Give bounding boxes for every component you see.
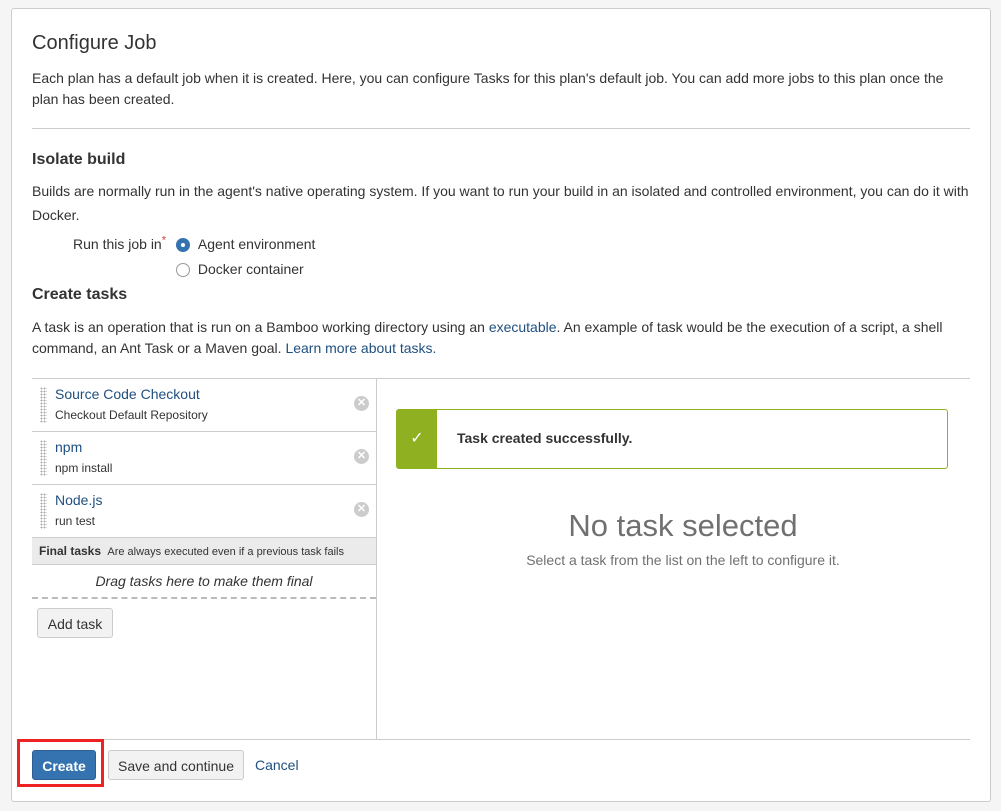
add-task-button[interactable]: Add task bbox=[37, 608, 113, 638]
task-name[interactable]: npm bbox=[55, 439, 82, 455]
task-item[interactable]: npm npm install ✕ bbox=[32, 432, 376, 485]
final-tasks-drop-zone[interactable]: Drag tasks here to make them final bbox=[32, 565, 376, 599]
drag-handle-icon[interactable] bbox=[40, 387, 47, 423]
divider bbox=[32, 128, 970, 129]
task-item[interactable]: Node.js run test ✕ bbox=[32, 485, 376, 538]
run-job-label-text: Run this job in bbox=[73, 236, 162, 252]
learn-more-tasks-link[interactable]: Learn more about tasks. bbox=[285, 340, 436, 356]
task-list: Source Code Checkout Checkout Default Re… bbox=[32, 379, 376, 599]
radio-agent-label: Agent environment bbox=[197, 236, 316, 252]
save-and-continue-button[interactable]: Save and continue bbox=[108, 750, 244, 780]
radio-unselected-icon[interactable] bbox=[176, 263, 190, 278]
success-message: ✓ Task created successfully. bbox=[396, 409, 948, 469]
highlight-box bbox=[17, 739, 104, 787]
task-area-divider bbox=[376, 379, 377, 739]
empty-state-subtitle: Select a task from the list on the left … bbox=[526, 552, 840, 568]
create-tasks-desc-1: A task is an operation that is run on a … bbox=[32, 319, 489, 335]
radio-selected-icon[interactable] bbox=[176, 238, 190, 253]
isolate-build-description: Builds are normally run in the agent's n… bbox=[32, 183, 969, 223]
remove-task-icon[interactable]: ✕ bbox=[354, 449, 369, 464]
task-description: run test bbox=[55, 514, 96, 528]
required-marker: * bbox=[161, 234, 166, 247]
task-item[interactable]: Source Code Checkout Checkout Default Re… bbox=[32, 379, 376, 432]
drag-handle-icon[interactable] bbox=[40, 493, 47, 529]
create-tasks-heading: Create tasks bbox=[32, 286, 128, 303]
remove-task-icon[interactable]: ✕ bbox=[354, 502, 369, 517]
page-title: Configure Job bbox=[32, 32, 157, 54]
isolate-build-heading: Isolate build bbox=[32, 151, 126, 168]
drag-handle-icon[interactable] bbox=[40, 440, 47, 476]
check-icon: ✓ bbox=[397, 410, 437, 468]
create-tasks-description: A task is an operation that is run on a … bbox=[32, 317, 967, 359]
task-description: npm install bbox=[55, 461, 113, 475]
success-message-text: Task created successfully. bbox=[457, 430, 633, 446]
task-name[interactable]: Node.js bbox=[55, 492, 102, 508]
final-tasks-header: Final tasks Are always executed even if … bbox=[32, 538, 376, 565]
empty-state-title: No task selected bbox=[568, 508, 798, 543]
radio-docker-label: Docker container bbox=[197, 261, 304, 277]
executable-link[interactable]: executable bbox=[489, 319, 557, 335]
task-name[interactable]: Source Code Checkout bbox=[55, 386, 200, 402]
final-tasks-note: Are always executed even if a previous t… bbox=[107, 546, 344, 558]
radio-agent-environment[interactable]: Agent environment bbox=[176, 234, 315, 255]
remove-task-icon[interactable]: ✕ bbox=[354, 396, 369, 411]
cancel-link[interactable]: Cancel bbox=[255, 757, 299, 773]
page-description: Each plan has a default job when it is c… bbox=[32, 70, 944, 107]
footer-divider bbox=[32, 739, 970, 740]
task-description: Checkout Default Repository bbox=[55, 408, 208, 422]
final-tasks-label: Final tasks bbox=[39, 544, 102, 558]
run-job-label: Run this job in* bbox=[73, 234, 166, 255]
radio-docker-container[interactable]: Docker container bbox=[176, 259, 304, 280]
